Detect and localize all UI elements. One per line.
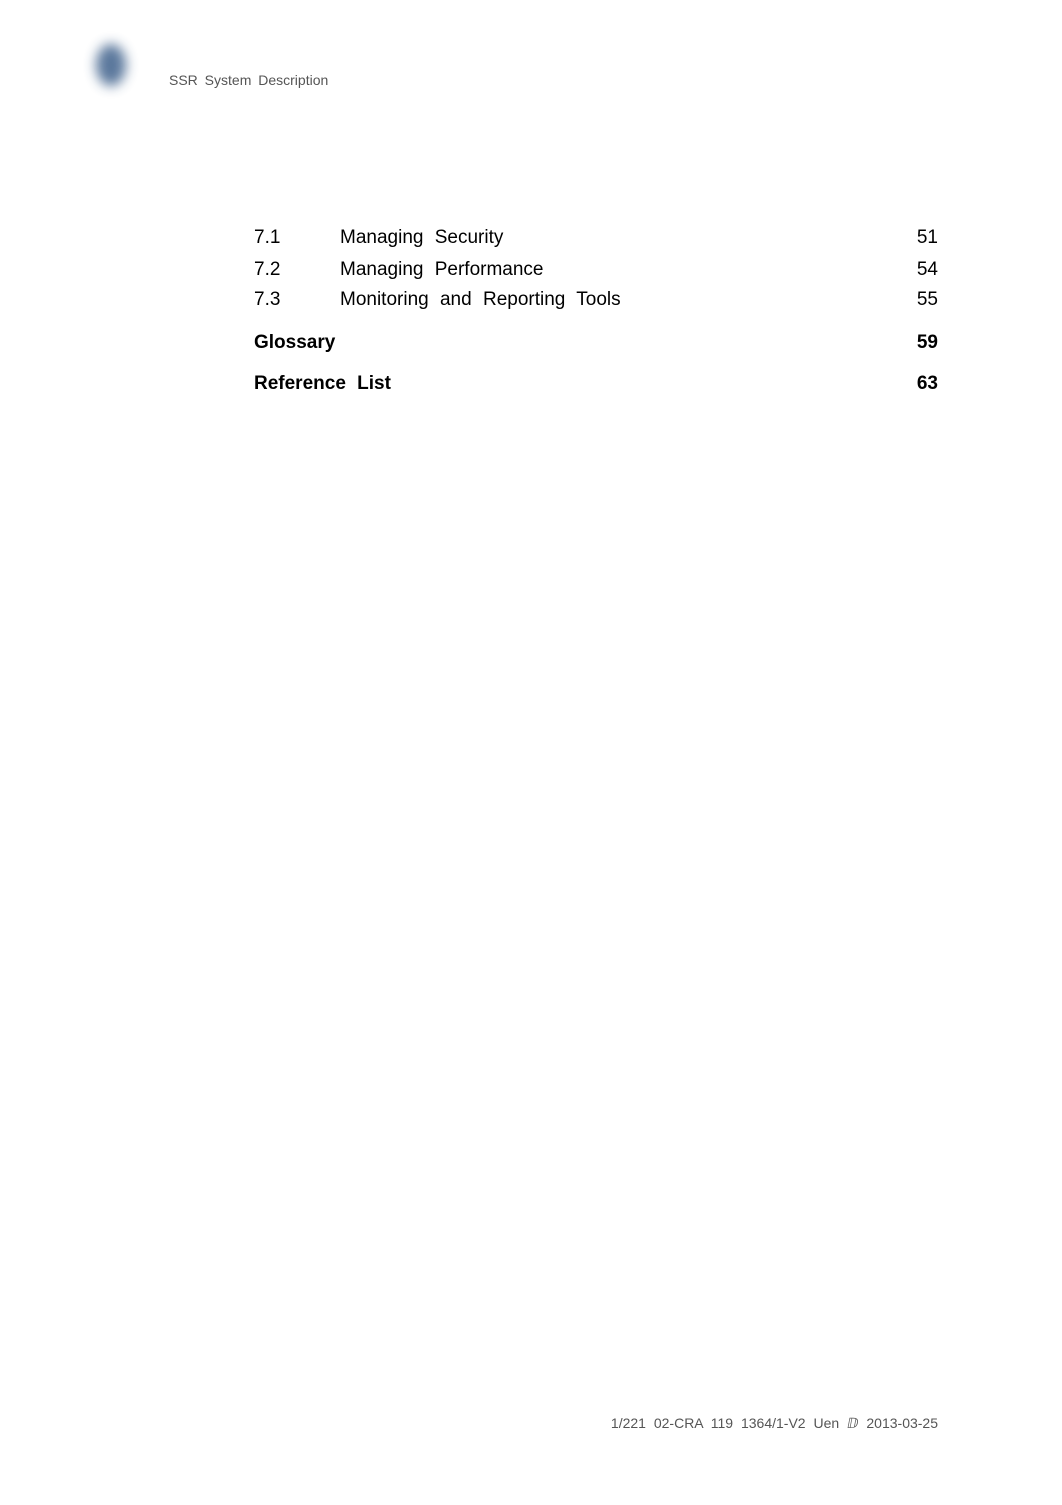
- toc-entry-number: 7.2: [254, 259, 281, 280]
- toc-entry-title[interactable]: Managing Security: [340, 226, 503, 250]
- document-header-title: SSR System Description: [169, 72, 329, 88]
- toc-entry-page[interactable]: 54: [917, 258, 938, 282]
- toc-entry[interactable]: 7.3 Monitoring and Reporting Tools 55: [254, 288, 938, 312]
- toc-entry-page[interactable]: 59: [917, 331, 938, 355]
- toc-entry-title[interactable]: Managing Performance: [340, 258, 544, 282]
- toc-entry-page[interactable]: 51: [917, 226, 938, 250]
- document-footer-id: 1/221 02-CRA 119 1364/1-V2 Uen ⅅ 2013-03…: [610, 1415, 938, 1431]
- toc-entry-title[interactable]: Glossary: [254, 331, 335, 355]
- toc-entry[interactable]: 7.1 Managing Security 51: [254, 226, 938, 250]
- toc-entry-title[interactable]: Reference List: [254, 372, 391, 396]
- toc-entry-page[interactable]: 55: [917, 288, 938, 312]
- logo-icon: [96, 44, 126, 86]
- toc-entry-reference-list[interactable]: Reference List 63: [254, 372, 938, 396]
- company-logo: [88, 36, 140, 98]
- toc-entry-title[interactable]: Monitoring and Reporting Tools: [340, 288, 621, 312]
- toc-entry-number: 7.1: [254, 227, 281, 248]
- toc-entry-page[interactable]: 63: [917, 372, 938, 396]
- toc-entry-number: 7.3: [254, 289, 281, 310]
- toc-entry[interactable]: 7.2 Managing Performance 54: [254, 258, 938, 282]
- toc-entry-glossary[interactable]: Glossary 59: [254, 331, 938, 355]
